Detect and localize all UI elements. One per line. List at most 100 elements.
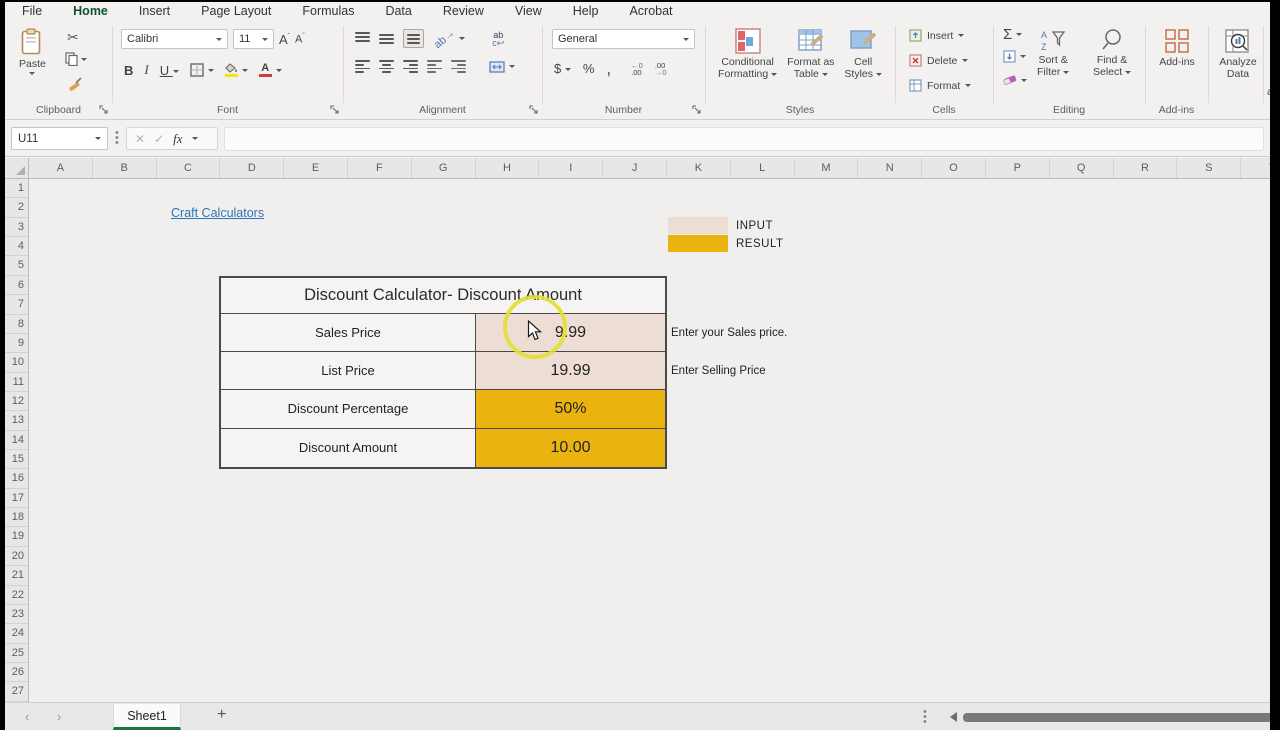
craft-calculators-link[interactable]: Craft Calculators [171,206,264,220]
column-header-Q[interactable]: Q [1050,158,1114,178]
bold-button[interactable]: B [124,63,133,78]
note-cell[interactable] [671,390,787,428]
row-header-5[interactable]: 5 [5,256,28,275]
formula-input[interactable] [224,127,1264,151]
find-select-button[interactable]: Find &Select [1093,28,1131,79]
legend-label[interactable]: INPUT [736,220,773,232]
conditional-formatting-button[interactable]: ConditionalFormatting [718,28,777,81]
row-header-9[interactable]: 9 [5,334,28,353]
menu-tab-formulas[interactable]: Formulas [300,2,356,22]
row-header-7[interactable]: 7 [5,295,28,314]
row-header-4[interactable]: 4 [5,237,28,256]
row-header-18[interactable]: 18 [5,508,28,527]
row-header-23[interactable]: 23 [5,605,28,624]
sheet-tab-sheet1[interactable]: Sheet1 [113,704,181,730]
row-header-15[interactable]: 15 [5,450,28,469]
column-header-C[interactable]: C [157,158,221,178]
comma-style-button[interactable]: , [606,64,611,74]
align-bottom-button[interactable] [403,29,424,48]
name-box[interactable]: U11 [11,127,108,150]
row-header-20[interactable]: 20 [5,547,28,566]
column-header-E[interactable]: E [284,158,348,178]
column-header-M[interactable]: M [795,158,859,178]
percent-button[interactable]: % [583,61,595,76]
merge-center-button[interactable] [489,61,515,73]
row-header-2[interactable]: 2 [5,198,28,217]
column-header-B[interactable]: B [93,158,157,178]
clear-button[interactable] [1003,74,1027,86]
menu-tab-acrobat[interactable]: Acrobat [627,2,674,22]
shrink-font-button[interactable]: Aˇ [295,33,305,46]
currency-button[interactable]: $ [554,61,571,76]
column-header-D[interactable]: D [220,158,284,178]
align-top-button[interactable] [355,32,370,45]
note-cell[interactable]: Enter your Sales price. [671,314,787,352]
row-value-cell-input[interactable]: 19.99 [476,352,665,389]
align-right-button[interactable] [403,60,418,73]
row-header-8[interactable]: 8 [5,315,28,334]
align-center-button[interactable] [379,60,394,73]
cancel-icon[interactable]: ✕ [135,132,145,146]
underline-button[interactable]: U [160,63,179,78]
font-size-select[interactable]: 11 [233,29,274,49]
row-header-17[interactable]: 17 [5,489,28,508]
analyze-data-button[interactable]: AnalyzeData [1214,28,1262,81]
wrap-text-button[interactable]: ab c↩ [492,31,504,47]
enter-icon[interactable]: ✓ [154,132,164,146]
insert-cells-button[interactable]: Insert [909,29,964,42]
horizontal-scrollbar-thumb[interactable] [963,713,1274,722]
row-label-cell[interactable]: List Price [221,352,476,389]
column-header-P[interactable]: P [986,158,1050,178]
increase-decimal-button[interactable]: ←0.00 [631,62,643,76]
font-color-button[interactable]: A [259,63,282,77]
increase-indent-button[interactable] [451,60,466,73]
number-dialog-launcher[interactable] [692,105,702,115]
fill-button[interactable] [1003,50,1026,63]
column-header-S[interactable]: S [1177,158,1241,178]
column-header-H[interactable]: H [476,158,540,178]
row-header-21[interactable]: 21 [5,566,28,585]
italic-button[interactable]: I [144,62,148,78]
number-format-select[interactable]: General [552,29,695,49]
note-cell[interactable] [671,429,787,467]
row-header-12[interactable]: 12 [5,392,28,411]
column-header-L[interactable]: L [731,158,795,178]
format-cells-button[interactable]: Format [909,79,971,92]
select-all-corner[interactable] [5,158,29,179]
column-header-F[interactable]: F [348,158,412,178]
borders-button[interactable] [190,63,214,77]
row-header-25[interactable]: 25 [5,644,28,663]
prev-sheet-icon[interactable]: ‹ [25,709,29,724]
clipboard-dialog-launcher[interactable] [99,105,109,115]
column-header-I[interactable]: I [539,158,603,178]
row-header-1[interactable]: 1 [5,179,28,198]
legend-label[interactable]: RESULT [736,238,784,250]
new-sheet-button[interactable]: + [217,706,226,724]
align-middle-button[interactable] [379,32,394,45]
menu-tab-insert[interactable]: Insert [137,2,172,22]
menu-tab-view[interactable]: View [513,2,544,22]
column-header-R[interactable]: R [1114,158,1178,178]
note-cell[interactable]: Enter Selling Price [671,352,787,390]
menu-tab-file[interactable]: File [20,2,44,22]
row-header-22[interactable]: 22 [5,586,28,605]
cut-button[interactable]: ✂ [67,29,79,47]
table-title[interactable]: Discount Calculator- Discount Amount [221,278,665,314]
row-header-13[interactable]: 13 [5,411,28,430]
autosum-button[interactable]: Σ [1003,26,1022,43]
insert-function-button[interactable]: fx [173,131,182,147]
column-header-N[interactable]: N [858,158,922,178]
legend-swatch[interactable] [668,235,728,252]
decrease-decimal-button[interactable]: .00→0 [655,62,667,76]
fill-color-button[interactable] [225,63,248,77]
row-value-cell-result[interactable]: 50% [476,390,665,427]
align-left-button[interactable] [355,60,370,73]
cell-styles-button[interactable]: CellStyles [844,28,882,81]
menu-tab-help[interactable]: Help [571,2,601,22]
row-header-6[interactable]: 6 [5,276,28,295]
sort-filter-button[interactable]: A Z Sort &Filter [1037,28,1069,79]
column-header-J[interactable]: J [603,158,667,178]
scroll-left-icon[interactable] [950,712,957,722]
row-header-26[interactable]: 26 [5,663,28,682]
menu-tab-page-layout[interactable]: Page Layout [199,2,273,22]
